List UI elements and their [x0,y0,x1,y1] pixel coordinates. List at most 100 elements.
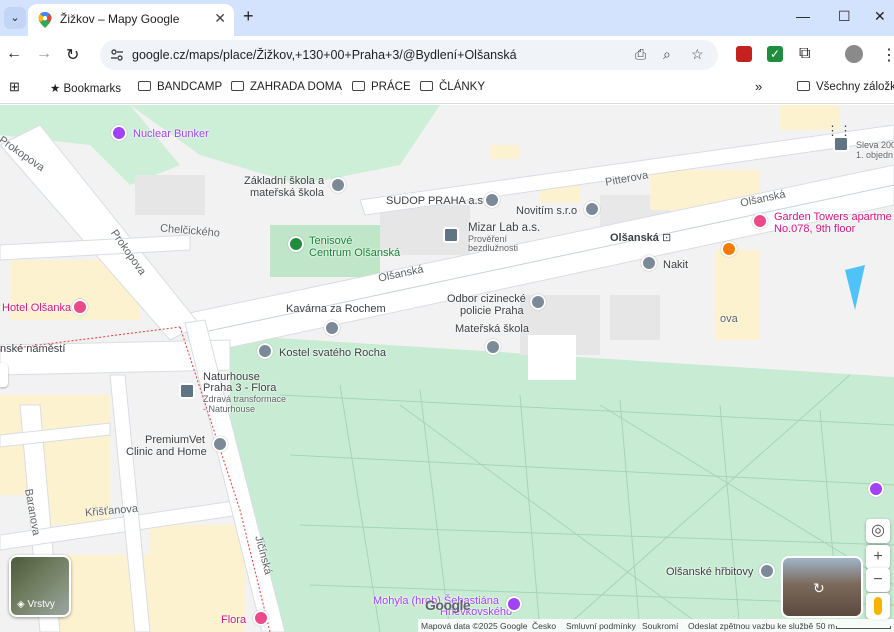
materska-skola-label[interactable]: Mateřská škola [455,323,529,335]
maximize-icon[interactable]: ☐ [838,8,851,25]
premiumvet-label-2[interactable]: Clinic and Home [126,446,207,458]
country-link[interactable]: Česko [532,621,556,631]
menu-kebab-icon[interactable]: ⋮ [881,45,894,65]
close-icon[interactable]: ✕ [214,10,226,27]
olsanska-stop-label[interactable]: Olšanská [610,232,659,244]
novitim-label[interactable]: Novitím s.r.o [516,205,577,217]
layers-button[interactable]: ◈ Vrstvy [9,555,71,617]
scale-label[interactable]: 50 m [816,621,835,631]
odbor-label-2[interactable]: policie Praha [460,305,524,317]
kavarna-pin-icon[interactable] [324,320,340,336]
pdf-extension-icon[interactable] [736,46,752,62]
cemetery-pin-icon[interactable] [759,563,775,579]
bookmarks-overflow-icon[interactable]: » [755,79,762,94]
street-view-thumbnail[interactable]: ↻ [781,556,863,618]
scale-bar [836,626,891,629]
check-extension-icon[interactable]: ✓ [767,46,783,62]
terms-link[interactable]: Smluvní podmínky [566,621,636,631]
folder-icon [231,81,244,91]
sudop-pin-icon[interactable] [484,192,500,208]
ad-pin-icon[interactable] [833,136,849,152]
zoom-icon[interactable]: ⌕ [663,46,671,63]
premiumvet-pin-icon[interactable] [212,436,228,452]
profile-avatar[interactable] [845,45,863,63]
sudop-label[interactable]: SUDOP PRAHA a.s [386,195,483,207]
zoom-in-button[interactable]: + [866,545,890,569]
mizar-sub-2: bezdlužnosti [468,243,519,253]
bookmark-prace[interactable]: PRÁCE [352,81,411,93]
garden-towers-label-2[interactable]: No.078, 9th floor [774,223,855,235]
tab-active[interactable]: Žižkov – Mapy Google ✕ [28,4,234,36]
tab-search-button[interactable]: ⌄ [4,7,26,29]
flora-label[interactable]: Flora [221,614,246,626]
naturhouse-sub-2: - Naturhouse [203,404,256,414]
address-bar[interactable]: google.cz/maps/place/Žižkov,+130+00+Prah… [100,40,718,70]
bookmark-zahrada-doma[interactable]: ZAHRADA DOMA [231,81,342,93]
pegman-icon[interactable] [866,593,890,619]
museum-pin-icon[interactable] [868,481,884,497]
new-tab-icon[interactable]: + [243,6,254,27]
forward-arrow-icon[interactable]: → [36,45,52,63]
zoom-out-button[interactable]: − [866,568,890,592]
star-icon: ★ [50,83,64,95]
window-close-icon[interactable]: ✕ [874,8,886,25]
install-app-icon[interactable]: ⎙ [635,46,646,63]
tennis-label-1[interactable]: Tenisové [309,235,352,247]
nuclear-bunker-pin-icon[interactable] [111,125,127,141]
folder-icon [797,81,810,91]
reload-icon[interactable]: ↻ [66,45,79,65]
hotel-olsanka-label[interactable]: Hotel Olšanka [2,302,71,314]
tram-stop-icon[interactable]: ⊡ [662,231,671,244]
zakladni-skola-label-2[interactable]: mateřská škola [250,187,324,199]
tab-strip: ⌄ Žižkov – Mapy Google ✕ + — ☐ ✕ [0,0,894,36]
bookmark-star-icon[interactable]: ☆ [691,46,704,63]
mizar-label[interactable]: Mizar Lab a.s. [468,222,540,234]
ad-label-line2: 1. objedn [856,150,894,160]
kavarna-label[interactable]: Kavárna za Rochem [286,303,386,315]
materska-pin-icon[interactable] [485,339,501,355]
naturhouse-pin-icon[interactable] [179,383,195,399]
back-arrow-icon[interactable]: ← [6,45,22,63]
privacy-link[interactable]: Soukromí [642,621,678,631]
bookmark-star-folder[interactable]: ★ Bookmarks [50,81,121,95]
google-maps-favicon-icon [38,12,52,28]
nuclear-bunker-label[interactable]: Nuclear Bunker [133,128,209,140]
tennis-label-2[interactable]: Centrum Olšanská [309,247,400,259]
tennis-pin-icon[interactable] [288,236,304,252]
garden-towers-pin-icon[interactable] [752,213,768,229]
map-footer: Mapová data ©2025 Google Česko Smluvní p… [418,619,894,632]
side-panel-toggle[interactable] [0,363,8,387]
church-pin-icon[interactable] [257,343,273,359]
olsanske-hrbitovy-label[interactable]: Olšanské hřbitovy [666,566,753,578]
apps-grid-icon[interactable]: ⊞ [9,79,20,95]
bookmark-clanky[interactable]: ČLÁNKY [420,81,485,93]
premiumvet-label-1[interactable]: PremiumVet [145,434,205,446]
nakit-label[interactable]: Nakit [663,259,688,271]
kostel-label[interactable]: Kostel svatého Rocha [279,347,386,359]
mizar-pin-icon[interactable] [443,227,459,243]
url-text[interactable]: google.cz/maps/place/Žižkov,+130+00+Prah… [132,48,517,62]
zakladni-skola-label-1[interactable]: Základní škola a [244,175,324,187]
extensions-puzzle-icon[interactable]: ⧉ [799,45,810,63]
naturhouse-label-2[interactable]: Praha 3 - Flora [203,382,276,394]
nakit-pin-icon[interactable] [641,255,657,271]
hotel-pin-icon[interactable] [72,299,88,315]
mohyla-pin-icon[interactable] [506,596,522,612]
folder-icon [138,81,151,91]
school-pin-icon[interactable] [330,177,346,193]
restaurant-pin-icon[interactable] [721,241,737,257]
odbor-label-1[interactable]: Odbor cizinecké [447,293,526,305]
map-canvas[interactable]: ⋮⋮ Sleva 200 1. objedn Nuclear Bunker Zá… [0,105,894,632]
novitim-pin-icon[interactable] [584,201,600,217]
map-data-credit: Mapová data ©2025 Google [421,621,528,631]
folder-icon [352,81,365,91]
flora-pin-icon[interactable] [253,610,269,626]
garden-towers-label-1[interactable]: Garden Towers apartme [774,211,892,223]
site-info-icon[interactable] [110,48,124,62]
police-pin-icon[interactable] [530,294,546,310]
other-bookmarks[interactable]: Všechny záložky [797,81,894,93]
minimize-icon[interactable]: — [796,8,810,24]
my-location-icon[interactable]: ◎ [866,519,890,543]
bookmark-bandcamp[interactable]: BANDCAMP [138,81,222,93]
feedback-link[interactable]: Odeslat zpětnou vazbu ke službě [688,621,813,631]
